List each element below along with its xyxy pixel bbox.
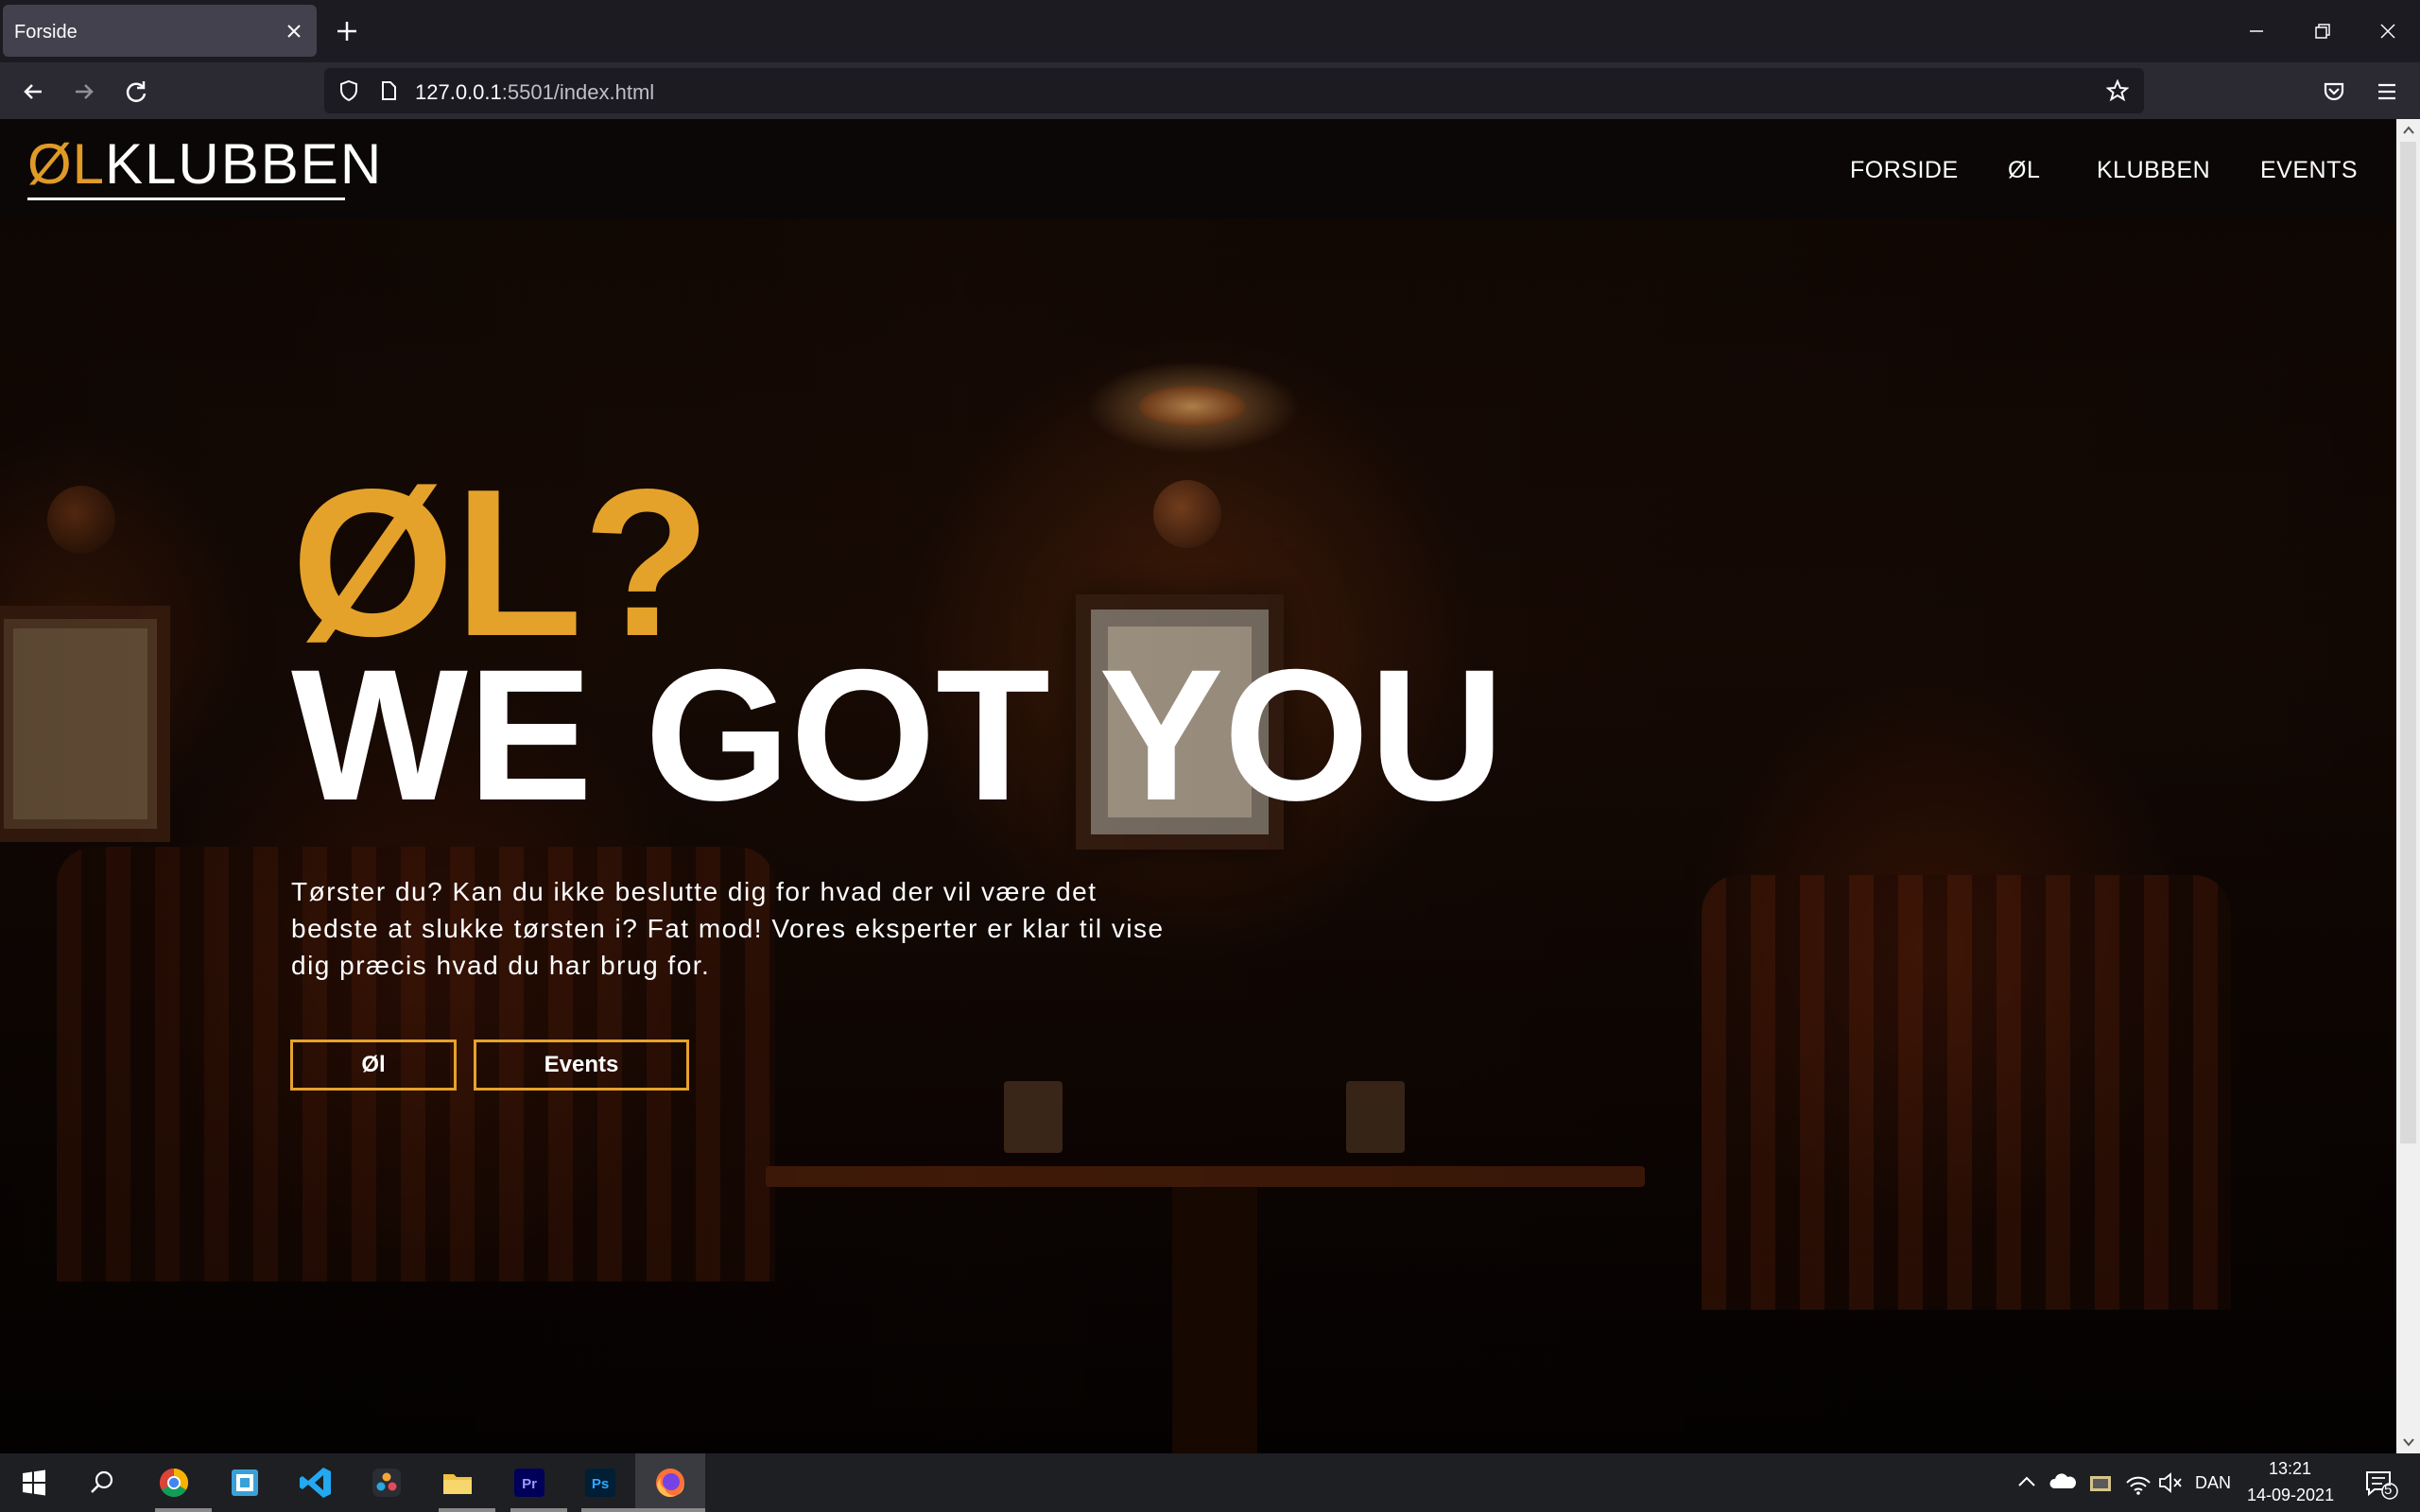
shield-icon[interactable] bbox=[337, 79, 360, 102]
url-text[interactable]: 127.0.0.1:5501/index.html bbox=[415, 80, 654, 105]
hero-title: WE GOT YOU bbox=[291, 630, 1505, 839]
url-path: :5501/index.html bbox=[501, 80, 655, 104]
nav-link-klubben[interactable]: KLUBBEN bbox=[2097, 157, 2210, 184]
notification-icon[interactable] bbox=[2361, 1464, 2399, 1502]
browser-tab-bar: Forside bbox=[0, 0, 2420, 62]
restore-icon[interactable] bbox=[2308, 17, 2337, 45]
url-bar[interactable]: 127.0.0.1:5501/index.html bbox=[324, 68, 2144, 113]
beer-button[interactable]: Øl bbox=[290, 1040, 457, 1091]
minimize-icon[interactable] bbox=[2242, 17, 2271, 45]
back-icon[interactable] bbox=[17, 76, 49, 108]
windows-taskbar: Pr Ps DAN 13:21 14-09-2021 5 bbox=[0, 1453, 2420, 1512]
scrollbar-thumb[interactable] bbox=[2400, 142, 2416, 1143]
scroll-up-icon[interactable] bbox=[2401, 123, 2416, 138]
page-scrollbar[interactable] bbox=[2396, 119, 2420, 1453]
nav-link-forside[interactable]: FORSIDE bbox=[1850, 157, 1959, 184]
running-indicator bbox=[510, 1508, 567, 1512]
nav-link-ol[interactable]: ØL bbox=[2008, 157, 2040, 184]
photoshop-icon[interactable]: Ps bbox=[581, 1464, 619, 1502]
svg-text:Pr: Pr bbox=[522, 1476, 537, 1492]
svg-text:Ps: Ps bbox=[592, 1476, 609, 1492]
page-icon[interactable] bbox=[377, 79, 400, 102]
running-indicator bbox=[581, 1508, 638, 1512]
notification-count: 5 bbox=[2384, 1482, 2393, 1498]
running-indicator bbox=[155, 1508, 212, 1512]
logo-underline bbox=[27, 198, 345, 200]
site-header: ØLKLUBBEN FORSIDE ØL KLUBBEN EVENTS bbox=[0, 119, 2396, 219]
clock-date[interactable]: 14-09-2021 bbox=[2247, 1486, 2334, 1505]
browser-nav-bar: 127.0.0.1:5501/index.html bbox=[0, 62, 2420, 119]
menu-icon[interactable] bbox=[2371, 76, 2403, 108]
browser-tab[interactable]: Forside bbox=[3, 5, 317, 57]
new-tab-icon[interactable] bbox=[333, 17, 361, 45]
nav-link-events[interactable]: EVENTS bbox=[2260, 157, 2358, 184]
vscode-icon[interactable] bbox=[297, 1464, 335, 1502]
logo-accent-text: ØL bbox=[27, 132, 106, 196]
chrome-icon[interactable] bbox=[155, 1464, 193, 1502]
site-logo[interactable]: ØLKLUBBEN bbox=[27, 134, 383, 195]
forward-icon[interactable] bbox=[68, 76, 100, 108]
onedrive-cloud-icon[interactable] bbox=[2048, 1464, 2078, 1502]
pocket-icon[interactable] bbox=[2318, 76, 2350, 108]
search-icon[interactable] bbox=[83, 1464, 121, 1502]
logo-text: KLUBBEN bbox=[105, 132, 384, 196]
tab-title: Forside bbox=[14, 22, 78, 43]
bookmark-star-icon[interactable] bbox=[2106, 79, 2129, 102]
events-button[interactable]: Events bbox=[474, 1040, 689, 1091]
input-language[interactable]: DAN bbox=[2195, 1473, 2231, 1493]
close-tab-icon[interactable] bbox=[283, 20, 305, 43]
firefox-icon[interactable] bbox=[651, 1464, 689, 1502]
volume-muted-icon[interactable] bbox=[2155, 1464, 2186, 1502]
davinci-resolve-icon[interactable] bbox=[368, 1464, 406, 1502]
scroll-down-icon[interactable] bbox=[2401, 1435, 2416, 1450]
security-icon[interactable] bbox=[2085, 1464, 2116, 1502]
running-indicator bbox=[635, 1508, 705, 1512]
tray-chevron-up-icon[interactable] bbox=[2014, 1464, 2040, 1502]
url-host: 127.0.0.1 bbox=[415, 80, 502, 104]
wifi-icon[interactable] bbox=[2123, 1464, 2153, 1502]
premiere-pro-icon[interactable]: Pr bbox=[510, 1464, 548, 1502]
hero-description: Tørster du? Kan du ikke beslutte dig for… bbox=[291, 877, 1165, 980]
windows-start-icon[interactable] bbox=[15, 1464, 53, 1502]
clock-time[interactable]: 13:21 bbox=[2269, 1459, 2311, 1479]
reload-icon[interactable] bbox=[120, 76, 152, 108]
page-viewport: ØLKLUBBEN FORSIDE ØL KLUBBEN EVENTS ØL? … bbox=[0, 119, 2396, 1453]
app-box-icon[interactable] bbox=[226, 1464, 264, 1502]
running-indicator bbox=[439, 1508, 495, 1512]
file-explorer-icon[interactable] bbox=[439, 1464, 476, 1502]
close-window-icon[interactable] bbox=[2374, 17, 2402, 45]
